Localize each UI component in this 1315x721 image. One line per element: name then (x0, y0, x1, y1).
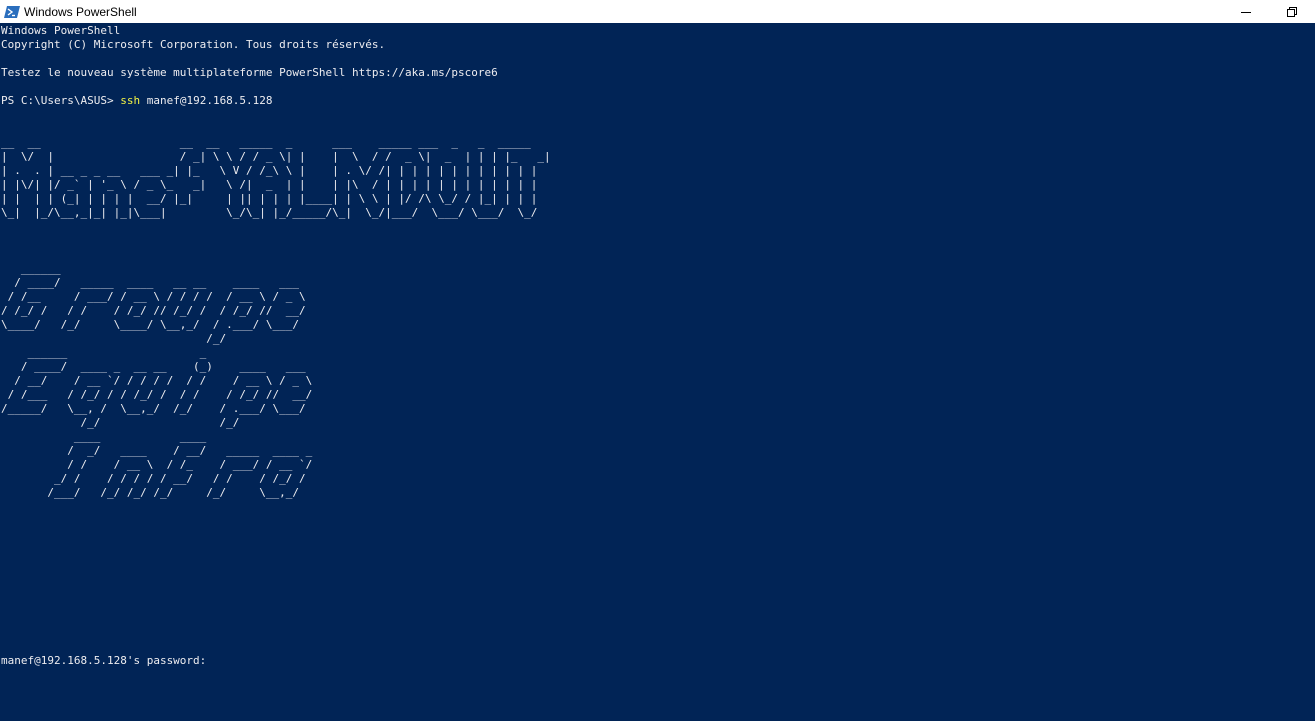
restore-icon (1287, 6, 1297, 17)
word3-ascii-art: ____ ____ / _/ ____ / __/ _____ ____ _ /… (47, 430, 313, 499)
title-bar[interactable]: Windows PowerShell (0, 0, 1315, 23)
restore-button[interactable] (1269, 0, 1315, 23)
window-controls (1223, 0, 1315, 23)
console-output[interactable]: Windows PowerShell Copyright (C) Microso… (0, 23, 1315, 721)
powershell-icon[interactable] (4, 4, 20, 20)
minimize-button[interactable] (1223, 0, 1269, 23)
powershell-window: Windows PowerShell Windows PowerShell Co… (0, 0, 1315, 721)
command-text: ssh (120, 94, 141, 107)
password-prompt[interactable]: manef@192.168.5.128's password: (1, 654, 206, 668)
copyright-line: Copyright (C) Microsoft Corporation. Tou… (1, 38, 386, 51)
prompt-text: PS C:\Users\ASUS> (1, 94, 121, 107)
window-title: Windows PowerShell (24, 4, 137, 19)
command-line: PS C:\Users\ASUS> ssh manef@192.168.5.12… (1, 94, 1315, 108)
word1-ascii-art: ______ / ____/ _____ ____ __ __ ____ ___… (1, 262, 306, 345)
header-line: Windows PowerShell (1, 24, 121, 37)
command-args: manef@192.168.5.128 (140, 94, 273, 107)
pscore-notice-line: Testez le nouveau système multiplateform… (1, 66, 498, 79)
word2-ascii-art: ______ _ / ____/ ____ _ __ __ (_) ____ _… (1, 346, 313, 429)
banner-ascii-art: __ __ __ __ _____ _ ___ _____ ___ _ _ __… (1, 136, 551, 219)
minimize-icon (1241, 11, 1251, 13)
